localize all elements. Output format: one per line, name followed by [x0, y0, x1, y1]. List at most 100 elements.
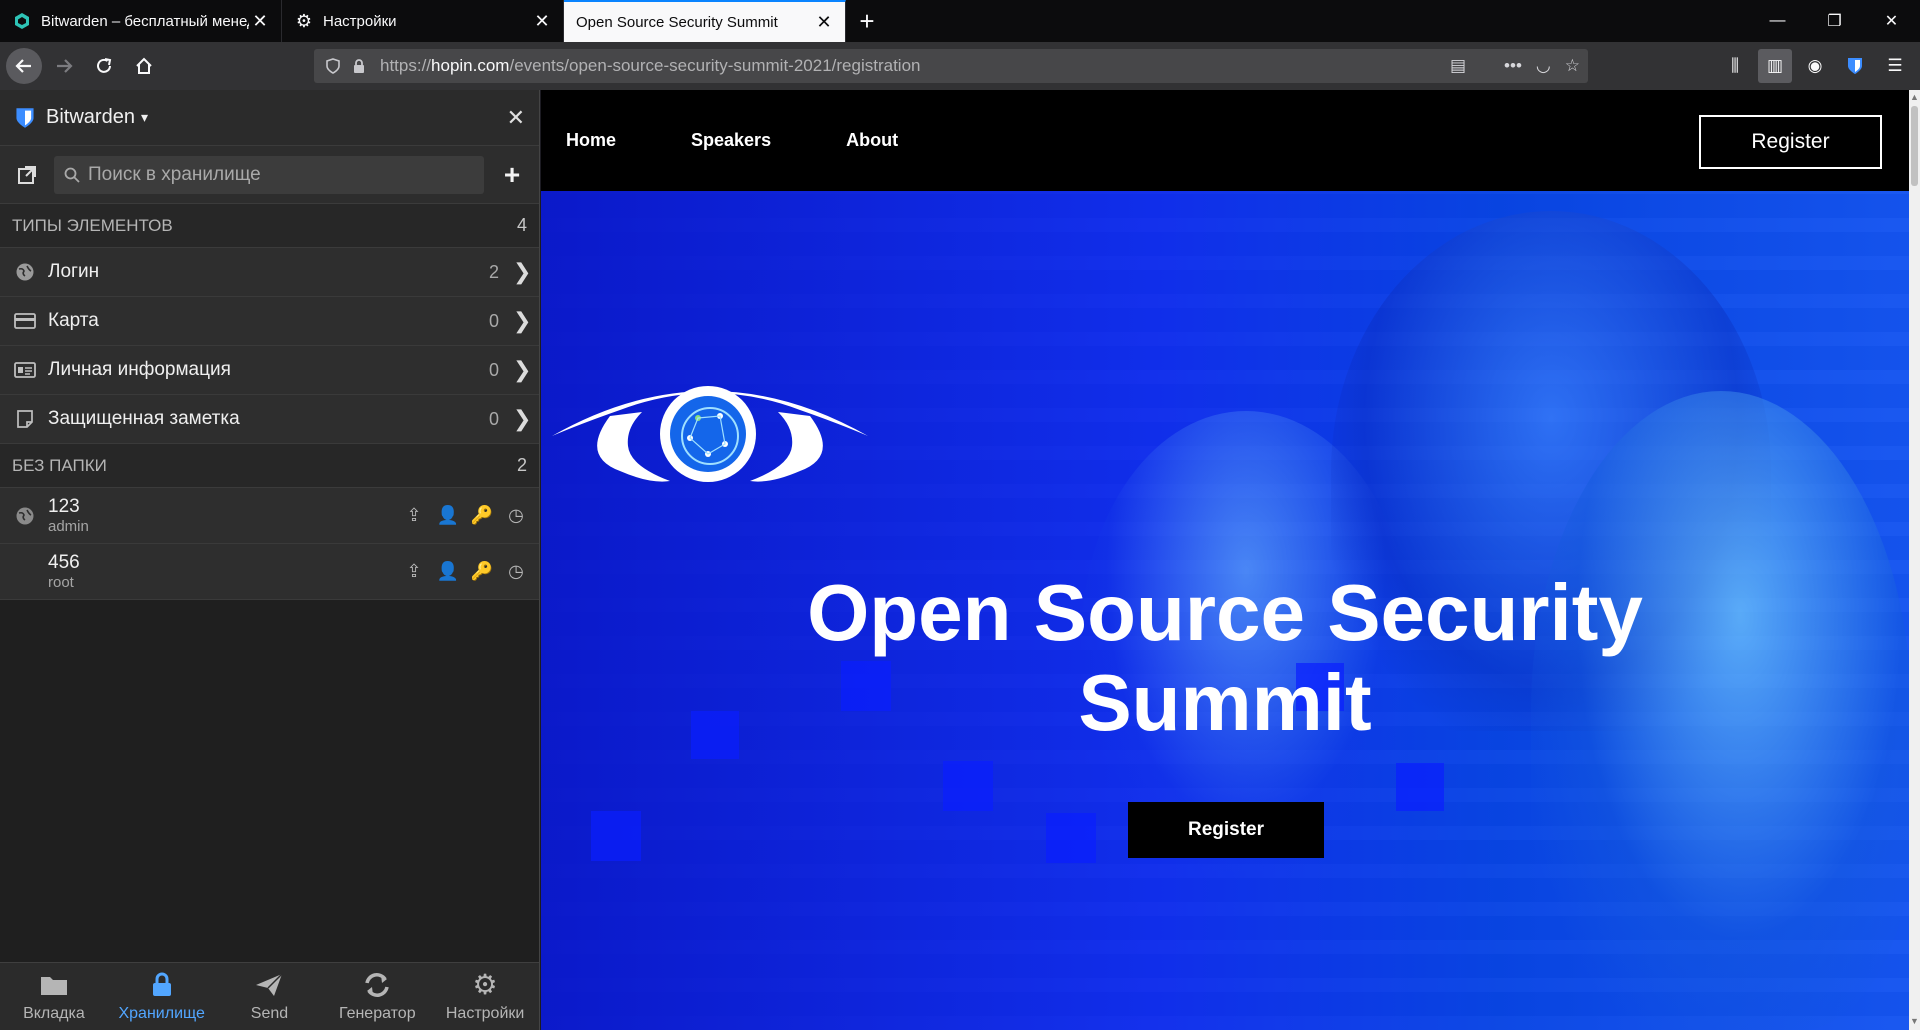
- account-icon[interactable]: ◉: [1798, 49, 1832, 83]
- hero-title: Open Source Security Summit: [541, 568, 1909, 748]
- close-tab-icon[interactable]: ✕: [249, 10, 271, 32]
- reload-icon: [97, 58, 112, 73]
- vault-search[interactable]: [54, 155, 484, 194]
- nav-link-about[interactable]: About: [846, 130, 898, 151]
- header-register-button[interactable]: Register: [1699, 115, 1882, 169]
- copy-totp-icon[interactable]: ◷: [505, 561, 527, 583]
- footer-tab-label: Send: [250, 1004, 289, 1022]
- vault-item-123[interactable]: 123 admin ⇪ 👤 🔑 ◷: [0, 488, 539, 544]
- search-input[interactable]: [88, 163, 468, 186]
- type-count: 0: [488, 408, 499, 429]
- type-row-identity[interactable]: Личная информация 0 ❯: [0, 346, 539, 395]
- hero-section: Open Source Security Summit: [541, 191, 1909, 1030]
- globe-icon: [12, 503, 38, 529]
- copy-password-icon[interactable]: 🔑: [471, 505, 493, 527]
- refresh-icon: [361, 971, 393, 999]
- close-tab-icon[interactable]: ✕: [531, 10, 553, 32]
- reload-button[interactable]: [86, 48, 122, 84]
- no-folder-section-header: БЕЗ ПАПКИ 2: [0, 444, 539, 488]
- chevron-down-icon[interactable]: ▾: [141, 109, 148, 126]
- launch-icon[interactable]: ⇪: [403, 561, 425, 583]
- tracking-protection-shield-icon[interactable]: [322, 55, 344, 77]
- url-host: hopin.com: [431, 56, 510, 75]
- hero-register-button[interactable]: Register: [1128, 802, 1324, 858]
- type-count: 0: [488, 310, 499, 331]
- nav-link-home[interactable]: Home: [566, 130, 616, 151]
- section-count: 2: [516, 455, 527, 475]
- globe-icon: [12, 259, 38, 285]
- forward-button[interactable]: [46, 48, 82, 84]
- footer-tab-label: Вкладка: [23, 1004, 85, 1022]
- copy-username-icon[interactable]: 👤: [437, 505, 459, 527]
- section-title: ТИПЫ ЭЛЕМЕНТОВ: [12, 215, 173, 235]
- sidebar-toggle-icon[interactable]: ▥: [1758, 49, 1792, 83]
- hero-title-line-2: Summit: [1078, 658, 1372, 747]
- arrow-right-icon: [57, 59, 73, 73]
- address-bar[interactable]: https://hopin.com/events/open-source-sec…: [314, 49, 1588, 83]
- decorative-pixel: [1396, 763, 1444, 811]
- new-tab-button[interactable]: +: [846, 0, 888, 42]
- decorative-pixel: [1046, 813, 1096, 863]
- gears-icon: ⚙: [472, 969, 498, 1000]
- pocket-icon[interactable]: ◡: [1536, 56, 1551, 76]
- web-page: Open Source Security Summit Home Speaker…: [541, 90, 1909, 1030]
- page-actions-icon[interactable]: •••: [1504, 56, 1522, 76]
- launch-icon[interactable]: ⇪: [403, 505, 425, 527]
- type-row-secure-note[interactable]: Защищенная заметка 0 ❯: [0, 395, 539, 444]
- back-button[interactable]: [6, 48, 42, 84]
- library-icon[interactable]: ⫼: [1718, 49, 1752, 83]
- vault-item-456[interactable]: 456 root ⇪ 👤 🔑 ◷: [0, 544, 539, 600]
- bitwarden-sidebar: Bitwarden ▾ ✕ + ТИПЫ ЭЛЕМЕНТОВ 4 Логин 2…: [0, 90, 540, 1030]
- url-prefix: https://: [380, 56, 432, 75]
- scroll-down-arrow-icon[interactable]: ▼: [1909, 1016, 1920, 1030]
- close-tab-icon[interactable]: ✕: [813, 11, 835, 33]
- tab-open-source-security-summit[interactable]: Open Source Security Summit ✕: [564, 0, 846, 42]
- sidebar-title: Bitwarden: [46, 106, 135, 128]
- reader-view-icon[interactable]: ▤: [1450, 56, 1466, 76]
- footer-tab-send[interactable]: Send: [216, 963, 324, 1030]
- lock-icon[interactable]: [348, 55, 370, 77]
- item-name: 123: [48, 495, 80, 517]
- close-window-button[interactable]: ✕: [1863, 0, 1920, 42]
- url-actions: ▤ ••• ◡ ☆: [1450, 56, 1580, 76]
- page-scrollbar[interactable]: ▲ ▼: [1909, 90, 1920, 1030]
- footer-tab-label: Генератор: [338, 1004, 416, 1022]
- footer-tab-generator[interactable]: Генератор: [323, 963, 431, 1030]
- pop-out-icon[interactable]: [12, 160, 42, 190]
- nav-link-speakers[interactable]: Speakers: [691, 130, 771, 151]
- scroll-thumb[interactable]: [1911, 106, 1918, 186]
- toolbar-right: ⫼ ▥ ◉ ☰: [1718, 49, 1912, 83]
- scroll-up-arrow-icon[interactable]: ▲: [1909, 92, 1920, 106]
- type-count: 0: [488, 359, 499, 380]
- hero-title-line-1: Open Source Security: [807, 568, 1643, 657]
- types-section-header: ТИПЫ ЭЛЕМЕНТОВ 4: [0, 204, 539, 248]
- bookmark-star-icon[interactable]: ☆: [1565, 56, 1580, 76]
- item-icon-placeholder: [12, 559, 38, 585]
- bitwarden-extension-icon[interactable]: [1838, 49, 1872, 83]
- type-row-login[interactable]: Логин 2 ❯: [0, 248, 539, 297]
- type-row-card[interactable]: Карта 0 ❯: [0, 297, 539, 346]
- footer-tab-current-tab[interactable]: Вкладка: [0, 963, 108, 1030]
- copy-totp-icon[interactable]: ◷: [505, 505, 527, 527]
- section-title: БЕЗ ПАПКИ: [12, 455, 107, 475]
- copy-password-icon[interactable]: 🔑: [471, 561, 493, 583]
- footer-tab-vault[interactable]: Хранилище: [108, 963, 216, 1030]
- sidebar-footer-tabs: Вкладка Хранилище Send Генератор ⚙ Настр…: [0, 962, 539, 1030]
- sidebar-header[interactable]: Bitwarden ▾ ✕: [0, 90, 539, 146]
- restore-button[interactable]: ❐: [1806, 0, 1863, 42]
- type-count: 2: [488, 261, 499, 282]
- minimize-button[interactable]: —: [1749, 0, 1806, 42]
- copy-username-icon[interactable]: 👤: [437, 561, 459, 583]
- menu-icon[interactable]: ☰: [1878, 49, 1912, 83]
- tab-settings[interactable]: ⚙ Настройки ✕: [282, 0, 564, 42]
- bitwarden-shield-icon: [16, 107, 34, 128]
- close-icon[interactable]: ✕: [507, 105, 525, 131]
- item-actions: ⇪ 👤 🔑 ◷: [403, 561, 527, 583]
- footer-tab-settings[interactable]: ⚙ Настройки: [431, 963, 539, 1030]
- add-item-button[interactable]: +: [497, 159, 527, 191]
- type-label: Защищенная заметка: [48, 408, 240, 429]
- home-button[interactable]: [126, 48, 162, 84]
- tab-bitwarden[interactable]: Bitwarden – бесплатный менеджер паролей …: [0, 0, 282, 42]
- section-count: 4: [516, 215, 527, 235]
- item-username: root: [48, 573, 74, 591]
